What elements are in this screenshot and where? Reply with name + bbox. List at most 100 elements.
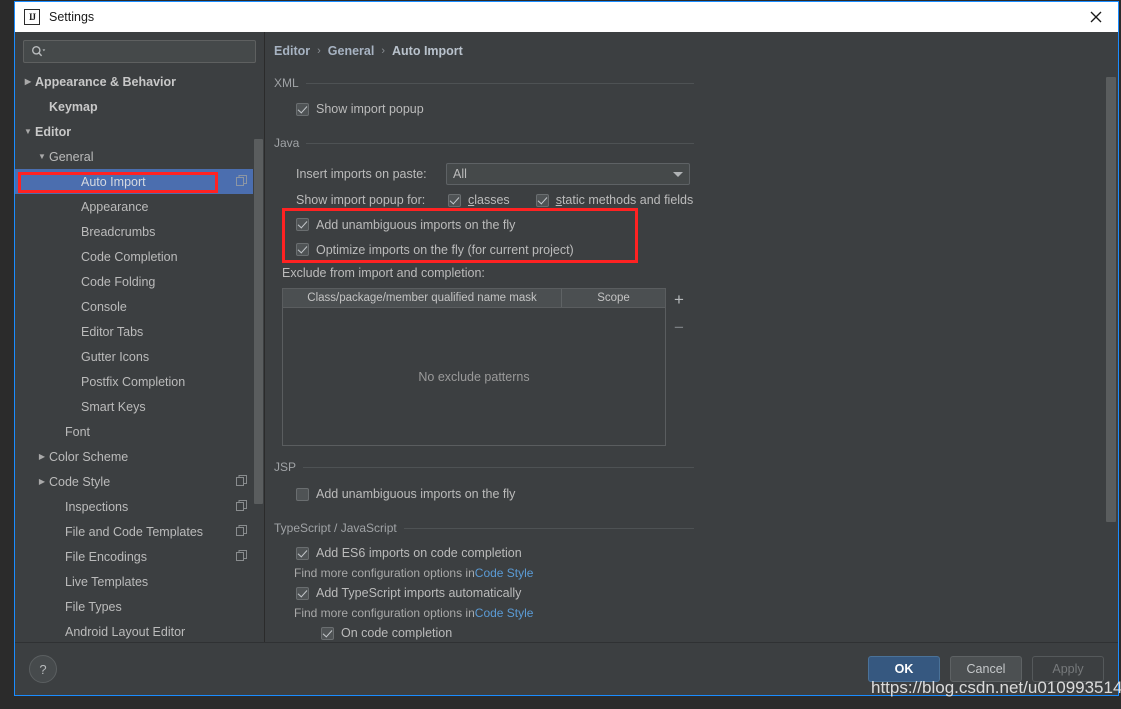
group-divider (303, 466, 694, 468)
sidebar-item-code-completion[interactable]: Code Completion (15, 244, 253, 269)
sidebar-item-label: Gutter Icons (81, 349, 150, 364)
sidebar-item-color-scheme[interactable]: ▶ Color Scheme (15, 444, 253, 469)
sidebar-item-general[interactable]: ▼ General (15, 144, 253, 169)
checkbox-add-typescript-imports[interactable] (296, 586, 309, 600)
checkbox-classes[interactable] (448, 193, 461, 207)
search-input[interactable] (23, 40, 256, 63)
sidebar-item-auto-import[interactable]: Auto Import (15, 169, 253, 194)
show-import-popup-for-label: Show import popup for: (296, 193, 426, 207)
sidebar-item-appearance-behavior[interactable]: ▶ Appearance & Behavior (15, 69, 253, 94)
sidebar-item-code-style[interactable]: ▶ Code Style (15, 469, 253, 494)
sidebar-item-label: Editor (35, 124, 72, 139)
chevron-right-icon[interactable]: ▶ (35, 452, 49, 461)
sidebar-item-breadcrumbs[interactable]: Breadcrumbs (15, 219, 253, 244)
sidebar-scrollbar[interactable] (254, 79, 263, 642)
code-style-link[interactable]: Code Style (475, 606, 534, 620)
chevron-right-icon[interactable]: ▶ (35, 477, 49, 486)
checkbox-row-add-unambiguous-java[interactable]: Add unambiguous imports on the fly (296, 212, 694, 237)
hint-row-ts: Find more configuration options in Code … (294, 603, 694, 623)
sidebar-item-label: File Encodings (65, 549, 147, 564)
group-jsp: JSP Add unambiguous imports on the fly (274, 460, 694, 505)
code-style-link[interactable]: Code Style (475, 566, 534, 580)
breadcrumb-editor[interactable]: Editor (274, 44, 310, 58)
sidebar-item-live-templates[interactable]: Live Templates (15, 569, 253, 594)
sidebar-item-console[interactable]: Console (15, 294, 253, 319)
checkbox-row-add-unambiguous-jsp[interactable]: Add unambiguous imports on the fly (296, 483, 694, 505)
chevron-down-icon[interactable]: ▼ (21, 127, 35, 136)
sidebar-item-label: Android Layout Editor (65, 624, 186, 639)
sidebar-item-label: Smart Keys (81, 399, 146, 414)
checkbox-on-code-completion[interactable] (321, 626, 334, 640)
group-java-title: Java (274, 136, 300, 150)
sidebar-item-gutter-icons[interactable]: Gutter Icons (15, 344, 253, 369)
sidebar-item-file-encodings[interactable]: File Encodings (15, 544, 253, 569)
sidebar-item-code-folding[interactable]: Code Folding (15, 269, 253, 294)
sidebar-item-smart-keys[interactable]: Smart Keys (15, 394, 253, 419)
checkbox-row-show-import-popup[interactable]: Show import popup (296, 98, 694, 120)
exclude-table-wrap: Class/package/member qualified name mask… (282, 288, 692, 446)
sidebar-item-label: Appearance (81, 199, 149, 214)
sidebar-scrollbar-thumb[interactable] (254, 139, 263, 504)
checkbox-label-add-typescript-imports: Add TypeScript imports automatically (316, 586, 522, 600)
chevron-down-icon[interactable]: ▼ (35, 152, 49, 161)
exclude-table-empty-text: No exclude patterns (418, 369, 530, 384)
sidebar-item-file-and-code-templates[interactable]: File and Code Templates (15, 519, 253, 544)
exclude-table-header: Class/package/member qualified name mask… (283, 289, 665, 308)
checkbox-row-add-es6[interactable]: Add ES6 imports on code completion (296, 543, 694, 563)
main-scrollbar-thumb[interactable] (1106, 77, 1116, 522)
insert-imports-dropdown[interactable]: All (446, 163, 690, 185)
checkbox-static-methods[interactable] (535, 193, 549, 207)
close-icon[interactable] (1074, 2, 1118, 32)
group-xml: XML Show import popup (274, 76, 694, 120)
checkbox-row-add-ts[interactable]: Add TypeScript imports automatically (296, 583, 694, 603)
highlighted-options: Add unambiguous imports on the fly Optim… (282, 212, 694, 262)
insert-imports-row: Insert imports on paste: All (296, 160, 694, 188)
sidebar-item-editor[interactable]: ▼ Editor (15, 119, 253, 144)
dialog-content: ▶ Appearance & Behavior Keymap ▼ Editor ▼ Gene… (15, 32, 1118, 642)
main-scrollbar[interactable] (1106, 32, 1116, 642)
title-bar: IJ Settings (15, 2, 1118, 32)
checkbox-row-on-code-completion[interactable]: On code completion (296, 623, 694, 642)
help-button[interactable]: ? (29, 655, 57, 683)
remove-exclude-button[interactable]: − (668, 317, 690, 337)
sidebar-item-inspections[interactable]: Inspections (15, 494, 253, 519)
settings-sidebar: ▶ Appearance & Behavior Keymap ▼ Editor ▼ Gene… (15, 32, 265, 642)
column-header-scope[interactable]: Scope (562, 289, 665, 307)
sidebar-item-appearance[interactable]: Appearance (15, 194, 253, 219)
checkbox-row-optimize-imports[interactable]: Optimize imports on the fly (for current… (296, 237, 694, 262)
sidebar-item-editor-tabs[interactable]: Editor Tabs (15, 319, 253, 344)
sidebar-item-label: Editor Tabs (81, 324, 144, 339)
sidebar-item-keymap[interactable]: Keymap (15, 94, 253, 119)
settings-main-panel: Editor › General › Auto Import XML Show … (265, 32, 1118, 642)
sidebar-item-label: Font (65, 424, 91, 439)
checkbox-add-es6-imports[interactable] (296, 546, 309, 560)
sidebar-item-label: Code Completion (81, 249, 178, 264)
show-import-popup-for-row: Show import popup for: classes static me… (296, 188, 694, 212)
sidebar-item-label: Code Folding (81, 274, 156, 289)
breadcrumb-separator-icon: › (317, 45, 321, 57)
sidebar-item-android-layout-editor[interactable]: Android Layout Editor (15, 619, 253, 642)
checkbox-optimize-imports[interactable] (296, 243, 309, 256)
project-scope-icon (236, 549, 247, 564)
checkbox-add-unambiguous-jsp[interactable] (296, 487, 309, 501)
sidebar-item-font[interactable]: Font (15, 419, 253, 444)
breadcrumb-general[interactable]: General (328, 44, 375, 58)
column-header-mask[interactable]: Class/package/member qualified name mask (283, 289, 562, 307)
group-divider (305, 82, 694, 84)
sidebar-item-file-types[interactable]: File Types (15, 594, 253, 619)
sidebar-item-label: Keymap (49, 99, 98, 114)
sidebar-item-label: Color Scheme (49, 449, 129, 464)
chevron-right-icon[interactable]: ▶ (21, 77, 35, 86)
exclude-table[interactable]: Class/package/member qualified name mask… (282, 288, 666, 446)
checkbox-label-add-es6-imports: Add ES6 imports on code completion (316, 546, 522, 560)
add-exclude-button[interactable]: + (668, 289, 690, 309)
project-scope-icon (236, 499, 247, 514)
group-typescript: TypeScript / JavaScript Add ES6 imports … (274, 521, 694, 642)
checkbox-show-import-popup[interactable] (296, 102, 309, 116)
checkbox-add-unambiguous-java[interactable] (296, 218, 309, 231)
hint-text-es6: Find more configuration options in (294, 566, 475, 580)
sidebar-item-postfix-completion[interactable]: Postfix Completion (15, 369, 253, 394)
checkbox-label-optimize-imports: Optimize imports on the fly (for current… (316, 242, 574, 257)
search-container (15, 32, 264, 69)
sidebar-item-label: Inspections (65, 499, 129, 514)
